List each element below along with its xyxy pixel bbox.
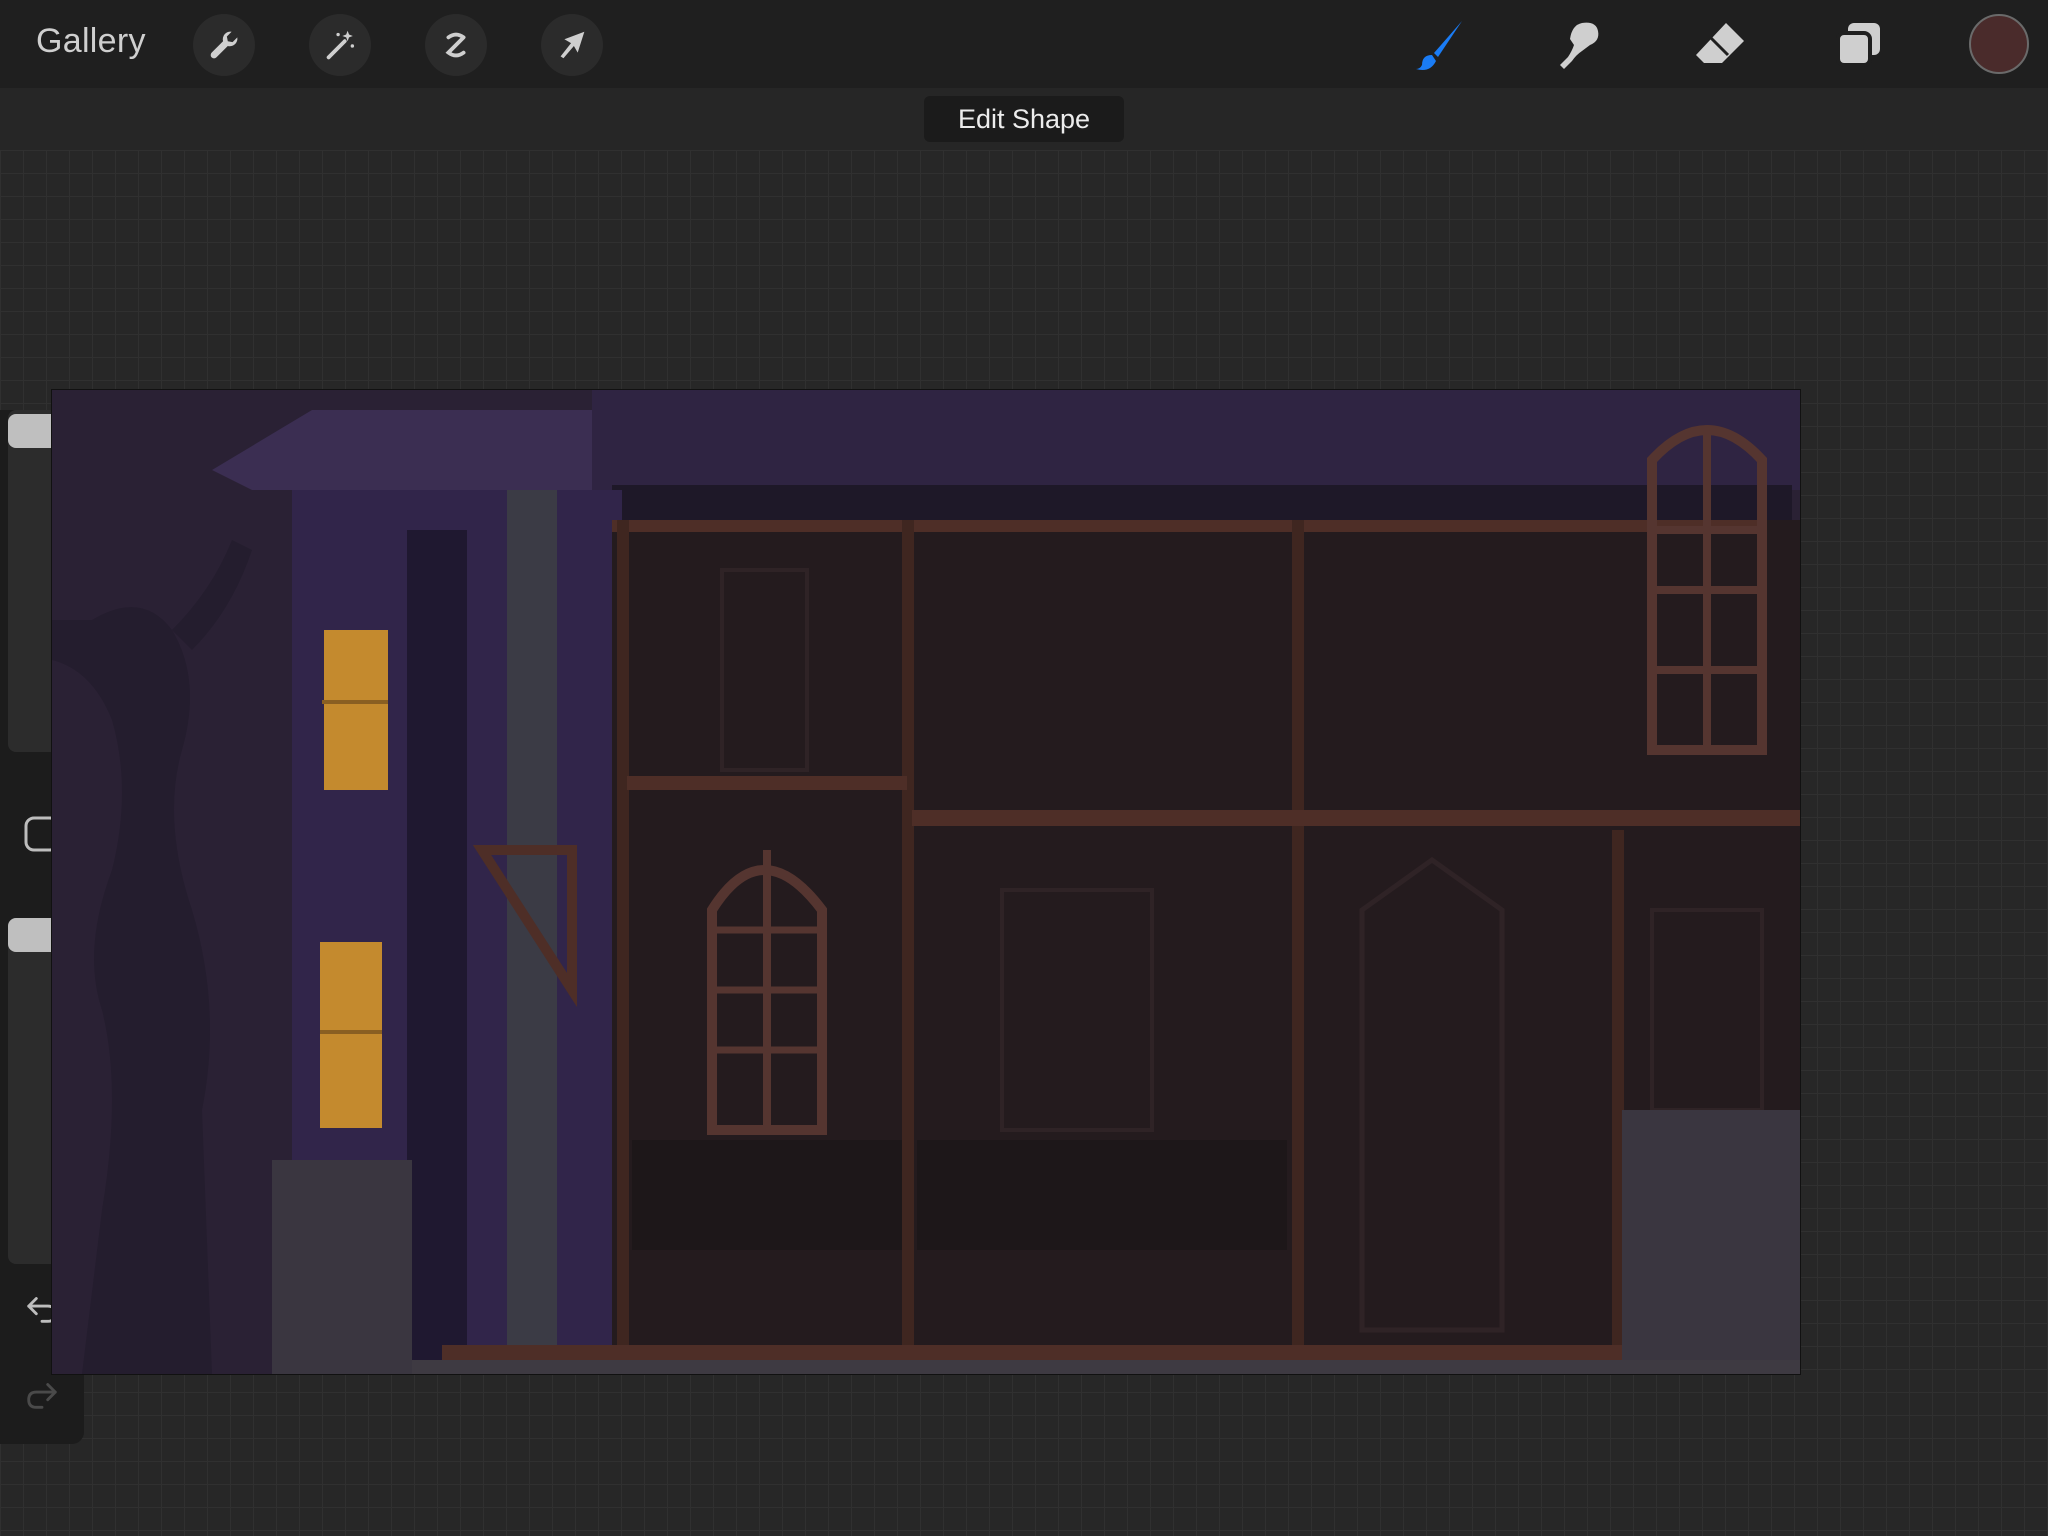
actions-button[interactable] (193, 14, 255, 76)
eraser-icon (1696, 23, 1744, 63)
brush-button[interactable] (1408, 14, 1472, 76)
edit-shape-button[interactable]: Edit Shape (924, 96, 1124, 142)
pixel-art-building (52, 390, 1800, 1374)
selection-icon (445, 32, 466, 58)
redo-icon (27, 1383, 57, 1409)
transform-button[interactable] (541, 14, 603, 76)
redo-button[interactable] (18, 1370, 66, 1418)
magic-wand-icon (326, 30, 355, 60)
gallery-button[interactable]: Gallery (36, 22, 146, 61)
eraser-button[interactable] (1688, 14, 1752, 76)
adjustments-button[interactable] (309, 14, 371, 76)
layers-icon (1836, 23, 1880, 67)
brush-icon (1416, 21, 1462, 70)
smudge-icon (1560, 22, 1599, 70)
wrench-icon (210, 31, 238, 59)
artwork-canvas[interactable] (52, 390, 1800, 1374)
transform-arrow-icon (560, 31, 585, 59)
smudge-button[interactable] (1548, 14, 1612, 76)
selection-button[interactable] (425, 14, 487, 76)
layers-button[interactable] (1828, 14, 1892, 76)
top-toolbar: Gallery (0, 0, 2048, 88)
color-picker-button[interactable] (1969, 14, 2029, 74)
